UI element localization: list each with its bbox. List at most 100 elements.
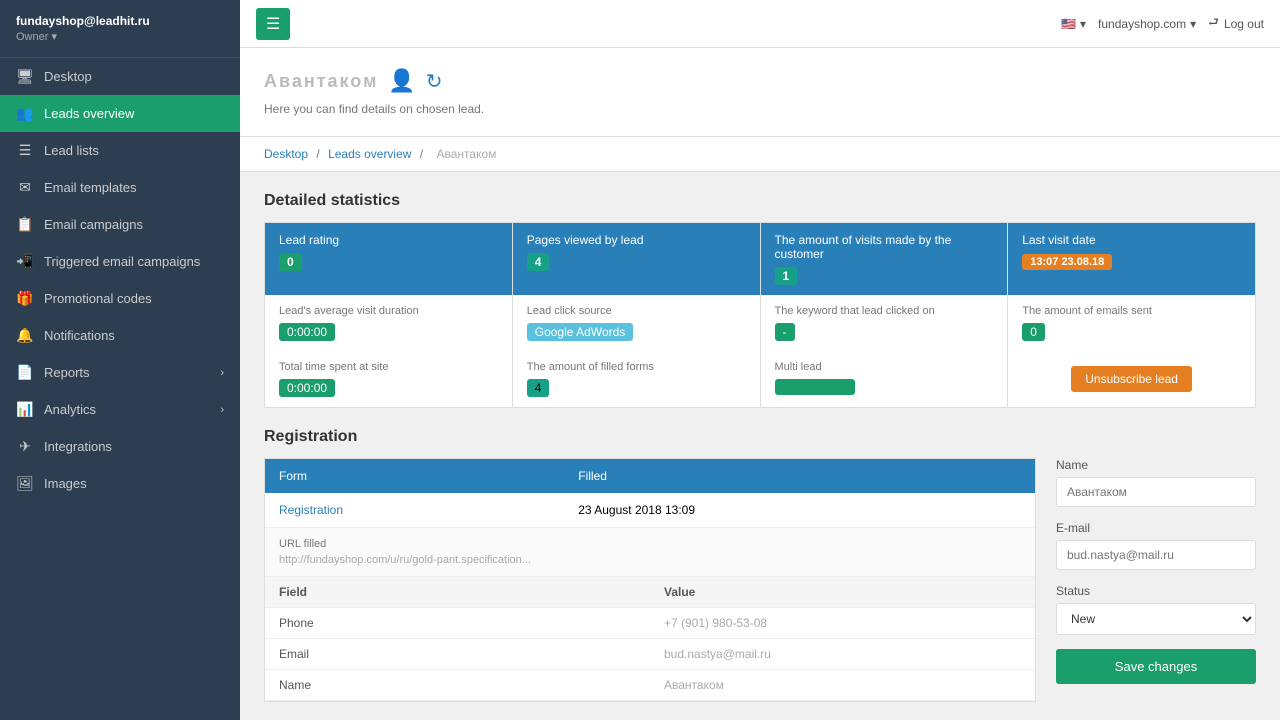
domain-label: fundayshop.com bbox=[1098, 17, 1186, 31]
sidebar-nav: 🖥 Desktop 👥 Leads overview ☰ Lead lists … bbox=[0, 58, 240, 720]
field-phone-label: Phone bbox=[265, 608, 650, 638]
breadcrumb-sep2: / bbox=[420, 147, 423, 161]
save-changes-button[interactable]: Save changes bbox=[1056, 649, 1256, 684]
user-email: fundayshop@leadhit.ru bbox=[16, 14, 224, 28]
person-icon: 👤 bbox=[388, 68, 415, 94]
stats-grid: Lead rating 0 Pages viewed by lead 4 The… bbox=[264, 222, 1256, 408]
col-right: Name E-mail Status NewContactedQualified… bbox=[1056, 458, 1256, 702]
domain-selector[interactable]: fundayshop.com ▾ bbox=[1098, 17, 1196, 31]
sidebar-item-notifications[interactable]: 🔔 Notifications bbox=[0, 317, 240, 354]
stat-filled-forms-label: The amount of filled forms bbox=[527, 361, 746, 373]
field-header: Field Value bbox=[265, 577, 1035, 608]
breadcrumb-sep1: / bbox=[316, 147, 319, 161]
registration-section-title: Registration bbox=[264, 428, 1256, 446]
flag-icon: 🇺🇸 bbox=[1061, 17, 1076, 31]
sidebar-item-desktop[interactable]: 🖥 Desktop bbox=[0, 58, 240, 95]
field-email-label: Email bbox=[265, 639, 650, 669]
stat-total-time-value: 0:00:00 bbox=[279, 379, 335, 397]
sidebar-label-email-campaigns: Email campaigns bbox=[44, 217, 224, 232]
email-input[interactable] bbox=[1056, 540, 1256, 570]
breadcrumb: Desktop / Leads overview / Авантаком bbox=[240, 137, 1280, 172]
stat-click-source: Lead click source Google AdWords bbox=[513, 295, 761, 351]
sidebar-item-integrations[interactable]: ✈ Integrations bbox=[0, 428, 240, 465]
name-input[interactable] bbox=[1056, 477, 1256, 507]
reports-icon: 📄 bbox=[16, 364, 34, 381]
sidebar-item-analytics[interactable]: 📊 Analytics › bbox=[0, 391, 240, 428]
registration-table: Form Filled Registration 23 August 2018 … bbox=[265, 459, 1035, 528]
field-phone-value: +7 (901) 980-53-08 bbox=[650, 608, 1035, 638]
stat-avg-duration: Lead's average visit duration 0:00:00 bbox=[265, 295, 513, 351]
stat-pages-value: 4 bbox=[527, 253, 550, 271]
status-select[interactable]: NewContactedQualifiedLost bbox=[1056, 603, 1256, 635]
notifications-icon: 🔔 bbox=[16, 327, 34, 344]
sidebar-item-lead-lists[interactable]: ☰ Lead lists bbox=[0, 132, 240, 169]
unsubscribe-button[interactable]: Unsubscribe lead bbox=[1071, 366, 1192, 392]
sidebar-label-triggered-email: Triggered email campaigns bbox=[44, 254, 224, 269]
lead-header-top: Авантаком 👤 ↻ bbox=[264, 68, 1256, 94]
sidebar-item-images[interactable]: 🖼 Images bbox=[0, 465, 240, 502]
logout-button[interactable]: ⮐ Log out bbox=[1208, 13, 1264, 34]
flag-chevron: ▾ bbox=[1080, 17, 1086, 31]
reg-filled-cell: 23 August 2018 13:09 bbox=[564, 493, 1035, 528]
images-icon: 🖼 bbox=[16, 475, 34, 492]
field-name-label: Name bbox=[265, 670, 650, 700]
sidebar-item-email-templates[interactable]: ✉ Email templates bbox=[0, 169, 240, 206]
email-templates-icon: ✉ bbox=[16, 179, 34, 196]
sidebar-item-triggered-email[interactable]: 📲 Triggered email campaigns bbox=[0, 243, 240, 280]
stat-emails-sent-label: The amount of emails sent bbox=[1022, 305, 1241, 317]
refresh-icon[interactable]: ↻ bbox=[426, 69, 443, 94]
stats-row3: Total time spent at site 0:00:00 The amo… bbox=[265, 351, 1255, 407]
right-panel: Name E-mail Status NewContactedQualified… bbox=[1056, 458, 1256, 684]
sidebar-item-promotional-codes[interactable]: 🎁 Promotional codes bbox=[0, 280, 240, 317]
stats-header-row: Lead rating 0 Pages viewed by lead 4 The… bbox=[265, 223, 1255, 295]
stat-lead-rating-header: Lead rating 0 bbox=[265, 223, 513, 295]
reg-row-1: Registration 23 August 2018 13:09 bbox=[265, 493, 1035, 528]
sidebar-label-notifications: Notifications bbox=[44, 328, 224, 343]
stat-emails-sent: The amount of emails sent 0 bbox=[1008, 295, 1255, 351]
sidebar: fundayshop@leadhit.ru Owner ▾ 🖥 Desktop … bbox=[0, 0, 240, 720]
sidebar-label-analytics: Analytics bbox=[44, 402, 210, 417]
reg-table-header-row: Form Filled bbox=[265, 459, 1035, 493]
breadcrumb-leads-overview[interactable]: Leads overview bbox=[328, 147, 411, 161]
topbar: ☰ 🇺🇸 ▾ fundayshop.com ▾ ⮐ Log out bbox=[240, 0, 1280, 48]
integrations-icon: ✈ bbox=[16, 438, 34, 455]
status-field-group: Status NewContactedQualifiedLost bbox=[1056, 584, 1256, 635]
stat-avg-duration-label: Lead's average visit duration bbox=[279, 305, 498, 317]
field-row-email: Email bud.nastya@mail.ru bbox=[265, 639, 1035, 670]
sidebar-item-leads-overview[interactable]: 👥 Leads overview bbox=[0, 95, 240, 132]
user-role: Owner ▾ bbox=[16, 30, 224, 43]
sidebar-label-desktop: Desktop bbox=[44, 69, 224, 84]
stat-unsubscribe-cell: Unsubscribe lead bbox=[1008, 351, 1255, 407]
field-header-value: Value bbox=[650, 577, 1035, 607]
lead-lists-icon: ☰ bbox=[16, 142, 34, 159]
url-section: URL filled http://fundayshop.com/u/ru/go… bbox=[265, 528, 1035, 577]
name-field-group: Name bbox=[1056, 458, 1256, 507]
sidebar-label-reports: Reports bbox=[44, 365, 210, 380]
breadcrumb-desktop[interactable]: Desktop bbox=[264, 147, 308, 161]
logout-label: Log out bbox=[1224, 17, 1264, 31]
lead-name: Авантаком bbox=[264, 71, 378, 92]
main-content: Detailed statistics Lead rating 0 Pages … bbox=[240, 172, 1280, 720]
email-campaigns-icon: 📋 bbox=[16, 216, 34, 233]
stat-visits-label: The amount of visits made by the custome… bbox=[775, 233, 994, 261]
menu-button[interactable]: ☰ bbox=[256, 8, 290, 40]
stat-multi-lead-label: Multi lead bbox=[775, 361, 994, 373]
stat-click-source-label: Lead click source bbox=[527, 305, 746, 317]
sidebar-item-reports[interactable]: 📄 Reports › bbox=[0, 354, 240, 391]
email-field-group: E-mail bbox=[1056, 521, 1256, 570]
stat-pages-header: Pages viewed by lead 4 bbox=[513, 223, 761, 295]
reg-form-cell: Registration bbox=[265, 493, 564, 528]
stat-lastvisit-label: Last visit date bbox=[1022, 233, 1241, 247]
reg-header-filled: Filled bbox=[564, 459, 1035, 493]
url-label: URL filled bbox=[279, 538, 1021, 550]
stat-keyword-value: - bbox=[775, 323, 795, 341]
email-field-label: E-mail bbox=[1056, 521, 1256, 535]
sidebar-label-leads-overview: Leads overview bbox=[44, 106, 224, 121]
content-area: Авантаком 👤 ↻ Here you can find details … bbox=[240, 48, 1280, 720]
lead-header-card: Авантаком 👤 ↻ Here you can find details … bbox=[240, 48, 1280, 137]
sidebar-item-email-campaigns[interactable]: 📋 Email campaigns bbox=[0, 206, 240, 243]
language-selector[interactable]: 🇺🇸 ▾ bbox=[1061, 17, 1086, 31]
stat-visits-header: The amount of visits made by the custome… bbox=[761, 223, 1009, 295]
sidebar-label-promotional-codes: Promotional codes bbox=[44, 291, 224, 306]
reg-form-link[interactable]: Registration bbox=[279, 503, 343, 517]
